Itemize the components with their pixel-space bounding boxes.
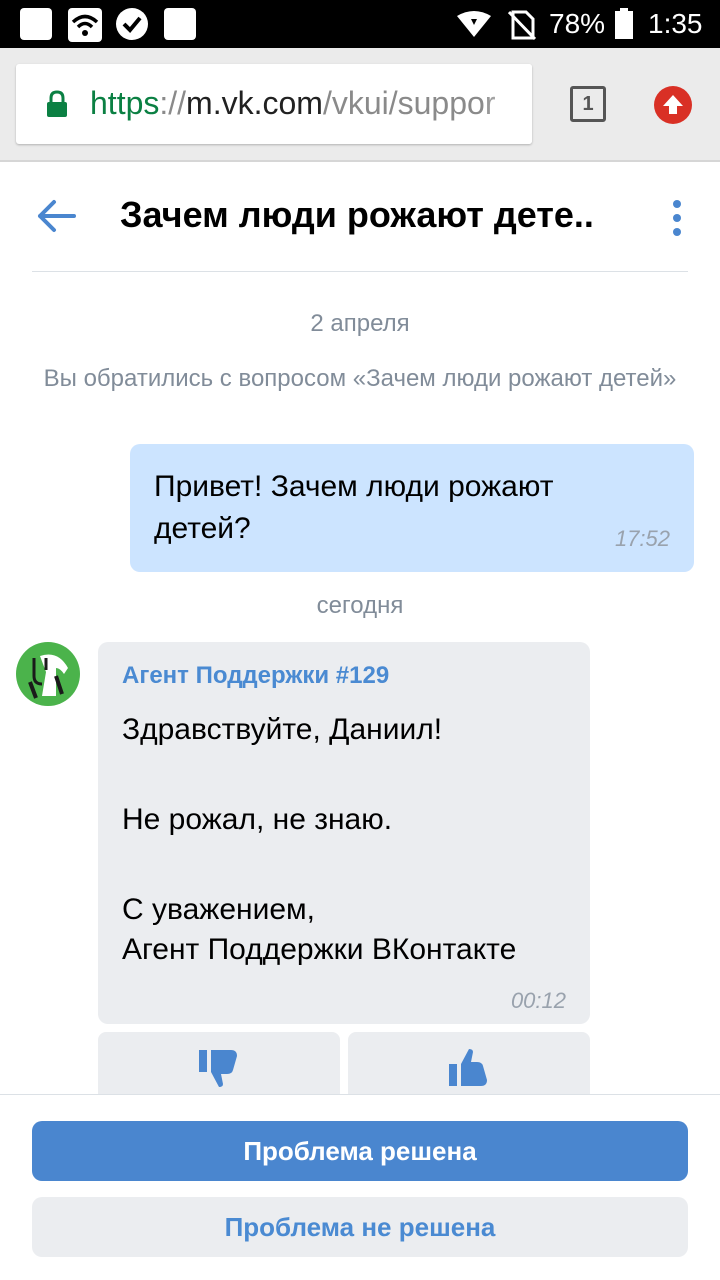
like-button[interactable] [348,1032,590,1094]
date-separator: сегодня [316,592,404,619]
url-host: m.vk.com [186,85,323,121]
lock-icon [46,90,68,123]
url-scheme: https [90,85,160,121]
chat-header: Зачем люди рожают дете.. [0,164,720,272]
battery-percent: 78% [549,8,606,39]
update-icon[interactable] [654,86,692,124]
thumbs-down-icon [199,1050,237,1087]
message-signature-line: Агент Поддержки ВКонтакте [122,933,517,966]
url-fade [482,64,532,144]
browser-toolbar: https://m.vk.com/vkui/suppor 1 [0,48,720,162]
wifi-signal-icon [456,10,492,43]
thumbs-up-icon [449,1049,487,1086]
status-bar: 78% 1:35 [0,0,720,48]
problem-not-solved-button[interactable]: Проблема не решена [32,1197,688,1257]
notification-square-icon [164,8,196,40]
url-separator: :// [159,85,187,121]
battery-icon [614,8,634,45]
check-circle-icon [116,8,148,40]
message-time: 00:12 [510,988,566,1013]
clock: 1:35 [648,8,703,39]
outgoing-message[interactable]: Привет! Зачем люди рожают детей? 17:52 [130,444,694,572]
message-greeting: Здравствуйте, Даниил! [122,713,443,746]
header-divider [32,271,688,272]
incoming-message-text: Здравствуйте, Даниил! Не рожал, не знаю.… [122,710,572,970]
incoming-message[interactable]: Агент Поддержки #129 Здравствуйте, Дании… [98,642,590,1024]
date-separator: 2 апреля [310,310,410,337]
url-text[interactable]: https://m.vk.com/vkui/suppor [90,83,495,123]
resolution-panel: Проблема решена Проблема не решена [0,1094,720,1280]
back-arrow-icon[interactable] [34,194,78,238]
service-message: Вы обратились с вопросом «Зачем люди рож… [43,365,677,392]
message-body: Не рожал, не знаю. [122,803,393,836]
message-signature-line: С уважением, [122,893,316,926]
problem-solved-button[interactable]: Проблема решена [32,1121,688,1181]
url-path: /vkui/suppor [322,85,496,121]
address-bar[interactable]: https://m.vk.com/vkui/suppor [16,64,532,144]
no-sim-icon [507,10,537,45]
more-vertical-icon[interactable] [660,198,694,238]
outgoing-message-text: Привет! Зачем люди рожают детей? [154,470,554,545]
tab-switcher-button[interactable]: 1 [570,86,606,122]
message-time: 17:52 [614,526,670,551]
dislike-button[interactable] [98,1032,340,1094]
page-title: Зачем люди рожают дете.. [120,194,594,235]
message-author[interactable]: Агент Поддержки #129 [122,660,389,692]
notification-square-icon [20,8,52,40]
avatar[interactable] [16,642,80,706]
wifi-icon [68,8,102,42]
